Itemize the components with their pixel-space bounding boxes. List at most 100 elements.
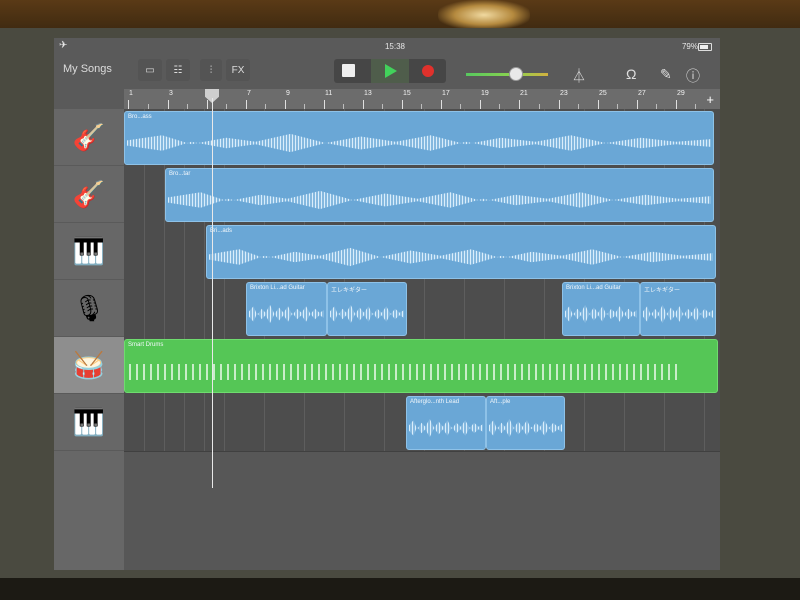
audio-region-lead-guitar[interactable]: Brixton Li...ad Guitar: [562, 282, 640, 336]
loop-browser-icon[interactable]: Ω: [626, 66, 636, 82]
region-label: Aft...ple: [490, 399, 511, 405]
ruler-tick: [676, 100, 677, 109]
ruler-bar-number: 11: [325, 90, 333, 97]
region-label: Bri...ads: [210, 228, 233, 234]
ruler-bar-number: 19: [481, 90, 489, 97]
audio-region-lead-guitar[interactable]: エレキギター: [327, 282, 407, 336]
ruler-tick: [637, 100, 638, 109]
fx-button[interactable]: FX: [226, 59, 250, 81]
drum-machine-icon: 🥁: [72, 349, 106, 380]
ruler-tick: [168, 100, 169, 109]
region-waveform: [565, 304, 637, 324]
audio-region-synth-lead[interactable]: Aft...ple: [486, 396, 565, 450]
region-waveform: [330, 304, 404, 324]
track-header-guitar[interactable]: 🎸: [54, 166, 124, 223]
ruler-bar-number: 15: [403, 90, 411, 97]
garageband-screen: ✈ 15:38 79% My Songs ▭ ☷ ⫶ FX ⏃ Ω ✎ ⓘ 1 …: [54, 38, 720, 570]
ruler-tick: [285, 100, 286, 109]
audio-region-lead-guitar[interactable]: エレキギター: [640, 282, 716, 336]
track-header-drums[interactable]: 🥁: [54, 337, 124, 394]
metronome-icon[interactable]: ⏃: [572, 66, 586, 86]
ruler-tick: [128, 100, 129, 109]
ruler-tick: [559, 100, 560, 109]
audio-region-synth-lead[interactable]: Afterglo...nth Lead: [406, 396, 486, 450]
tracks-view-button[interactable]: ☷: [166, 59, 190, 81]
control-bar: My Songs ▭ ☷ ⫶ FX ⏃ Ω ✎ ⓘ: [54, 54, 720, 90]
ruler-bar-number: 27: [638, 90, 646, 97]
battery-icon: [698, 43, 712, 51]
ruler-bar-number: 13: [364, 90, 372, 97]
ruler-bar-number: 21: [520, 90, 528, 97]
region-waveform: [409, 418, 483, 438]
ruler-tick: [480, 100, 481, 109]
ruler-bar-number: 1: [129, 90, 133, 97]
my-songs-button[interactable]: My Songs: [63, 63, 112, 75]
region-label: エレキギター: [331, 288, 368, 294]
track-headers: 🎸 🎸 🎹 🎙 🥁 🎹 +: [54, 109, 124, 570]
mixer-button[interactable]: ⫶: [200, 59, 222, 81]
add-section-button[interactable]: +: [706, 92, 714, 107]
browser-view-icon: ▭: [145, 64, 155, 76]
track-header-audio-recorder[interactable]: 🎙: [54, 280, 124, 337]
tracks-area[interactable]: Bro...ass Bro...tar Bri...ads Brixton Li…: [124, 109, 720, 570]
play-button[interactable]: [371, 59, 409, 83]
master-volume-slider[interactable]: [466, 73, 548, 76]
play-icon: [385, 64, 397, 78]
bass-guitar-icon: 🎸: [72, 121, 106, 152]
ruler-tick: [519, 100, 520, 109]
ruler-tick: [207, 100, 208, 109]
region-label: Bro...ass: [128, 114, 152, 120]
track-header-synth-pads[interactable]: 🎹: [54, 223, 124, 280]
audio-region-pads[interactable]: Bri...ads: [206, 225, 716, 279]
stop-button[interactable]: [342, 64, 355, 77]
help-icon[interactable]: ⓘ: [686, 66, 700, 86]
track-header-bass[interactable]: 🎸: [54, 109, 124, 166]
microphone-icon: 🎙: [72, 292, 106, 323]
ruler-tick: [441, 100, 442, 109]
electric-guitar-icon: 🎸: [72, 178, 106, 209]
ruler-tick: [363, 100, 364, 109]
ruler-tick: [246, 100, 247, 109]
tracks-view-icon: ☷: [173, 64, 183, 76]
track-header-synth-lead[interactable]: 🎹: [54, 394, 124, 451]
ruler-tick: [598, 100, 599, 109]
mixer-sliders-icon: ⫶: [209, 64, 213, 76]
keyboard-synth-icon: 🎹: [72, 406, 106, 437]
ruler-tick: [402, 100, 403, 109]
region-waveform: [489, 418, 562, 438]
ruler-bar-number: 3: [169, 90, 173, 97]
ruler-bar-number: 9: [286, 90, 290, 97]
ruler-bar-number: 29: [677, 90, 685, 97]
region-label: Afterglo...nth Lead: [410, 399, 460, 405]
master-volume-knob[interactable]: [509, 67, 523, 81]
region-label: Brixton Li...ad Guitar: [250, 285, 305, 291]
settings-wrench-icon[interactable]: ✎: [660, 66, 672, 83]
region-waveform: [643, 304, 713, 324]
region-waveform: [168, 190, 711, 210]
ruler-bar-number: 23: [560, 90, 568, 97]
region-label: Brixton Li...ad Guitar: [566, 285, 621, 291]
status-time: 15:38: [384, 42, 406, 51]
region-label: Smart Drums: [128, 342, 164, 348]
audio-region-lead-guitar[interactable]: Brixton Li...ad Guitar: [246, 282, 327, 336]
region-waveform: [249, 304, 324, 324]
record-button[interactable]: [422, 65, 434, 77]
browser-view-button[interactable]: ▭: [138, 59, 162, 81]
airplane-mode-icon: ✈: [59, 40, 68, 51]
status-bar: ✈ 15:38 79%: [54, 38, 720, 54]
drummer-region[interactable]: Smart Drums: [124, 339, 718, 393]
ruler-tick: [324, 100, 325, 109]
ruler-bar-number: 7: [247, 90, 251, 97]
region-waveform: [127, 133, 711, 153]
region-label: エレキギター: [644, 288, 681, 294]
battery-percentage: 79%: [681, 42, 698, 51]
audio-region-guitar[interactable]: Bro...tar: [165, 168, 714, 222]
tablet-bezel-bottom: [0, 578, 800, 600]
keyboard-synth-icon: 🎹: [72, 235, 106, 266]
ruler-bar-number: 25: [599, 90, 607, 97]
playhead-line: [212, 98, 213, 488]
region-label: Bro...tar: [169, 171, 191, 177]
background-light-glare: [438, 0, 530, 30]
ruler-bar-number: 17: [442, 90, 450, 97]
transport-controls: [334, 59, 446, 83]
